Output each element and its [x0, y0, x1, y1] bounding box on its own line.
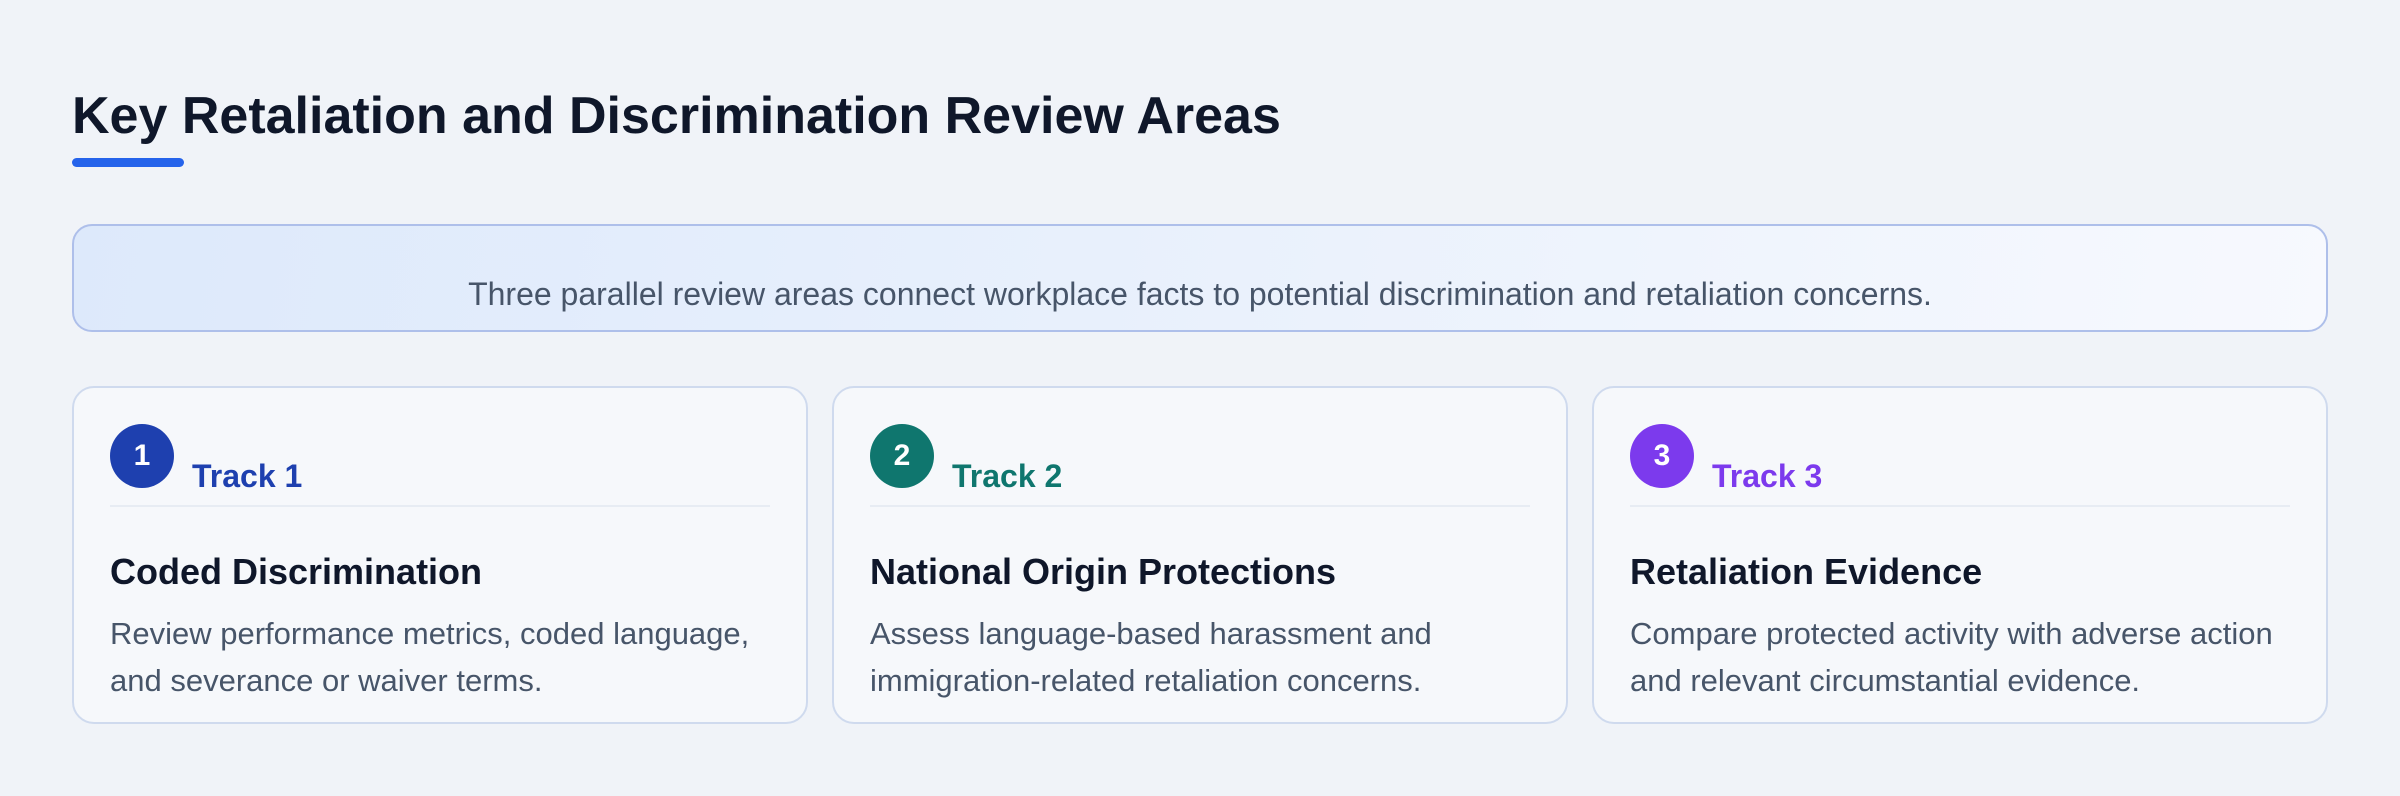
summary-banner-text: Three parallel review areas connect work…: [468, 276, 1932, 312]
track-1-number-badge: 1: [110, 424, 174, 488]
track-card-1: 1 Track 1 Coded Discrimination Review pe…: [72, 386, 808, 724]
title-underline: [72, 158, 184, 167]
track-1-description: Review performance metrics, coded langua…: [110, 616, 750, 698]
track-3-divider: [1630, 505, 2290, 507]
track-2-title: National Origin Protections: [870, 551, 1337, 592]
track-3-title: Retaliation Evidence: [1630, 551, 1983, 592]
summary-banner: Three parallel review areas connect work…: [72, 224, 2328, 332]
track-2-number-badge: 2: [870, 424, 934, 488]
track-3-label: Track 3: [1712, 458, 1823, 494]
track-3-description: Compare protected activity with adverse …: [1630, 616, 2273, 698]
track-2-divider: [870, 505, 1530, 507]
track-card-2: 2 Track 2 National Origin Protections As…: [832, 386, 1568, 724]
track-1-title: Coded Discrimination: [110, 551, 483, 592]
track-1-label: Track 1: [192, 458, 303, 494]
track-card-3: 3 Track 3 Retaliation Evidence Compare p…: [1592, 386, 2328, 724]
track-1-divider: [110, 505, 770, 507]
page-title: Key Retaliation and Discrimination Revie…: [72, 87, 1281, 145]
track-2-description: Assess language-based harassment and imm…: [870, 616, 1432, 698]
track-3-number-badge: 3: [1630, 424, 1694, 488]
track-2-label: Track 2: [952, 458, 1063, 494]
